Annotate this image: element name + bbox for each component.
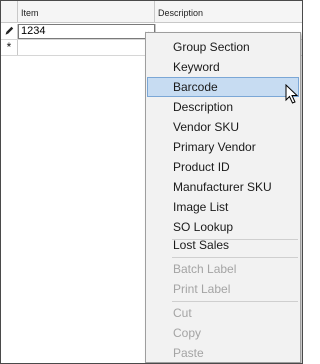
menu-item-paste[interactable]: Paste [147, 343, 299, 363]
mouse-pointer-icon [285, 83, 299, 104]
column-header-item[interactable]: Item [18, 1, 155, 22]
window-frame: Item Description 1234 ⌄ * Group Section … [0, 0, 303, 364]
menu-item-manufacturer-sku[interactable]: Manufacturer SKU [147, 177, 299, 197]
row-indicator-header [1, 1, 18, 22]
menu-item-image-list[interactable]: Image List [147, 197, 299, 217]
menu-separator [172, 257, 298, 258]
menu-item-barcode[interactable]: Barcode [147, 77, 299, 97]
menu-item-primary-vendor[interactable]: Primary Vendor [147, 137, 299, 157]
menu-item-keyword[interactable]: Keyword [147, 57, 299, 77]
menu-item-group-section[interactable]: Group Section [147, 37, 299, 57]
menu-item-copy[interactable]: Copy [147, 323, 299, 343]
menu-item-so-lookup[interactable]: SO Lookup [147, 217, 299, 237]
context-menu: Group Section Keyword Barcode Descriptio… [145, 32, 301, 363]
menu-separator [172, 301, 298, 302]
menu-item-print-label[interactable]: Print Label [147, 279, 299, 299]
menu-item-product-id[interactable]: Product ID [147, 157, 299, 177]
item-combobox[interactable]: 1234 ⌄ [18, 24, 155, 39]
asterisk-icon: * [1, 40, 18, 55]
item-value[interactable]: 1234 [21, 25, 45, 38]
menu-item-vendor-sku[interactable]: Vendor SKU [147, 117, 299, 137]
menu-item-batch-label[interactable]: Batch Label [147, 259, 299, 279]
pencil-icon [1, 24, 18, 39]
column-header-description[interactable]: Description [155, 1, 302, 22]
grid-header: Item Description [1, 1, 302, 23]
menu-item-lost-sales[interactable]: Lost Sales [147, 235, 299, 255]
menu-item-description[interactable]: Description [147, 97, 299, 117]
menu-item-cut[interactable]: Cut [147, 303, 299, 323]
